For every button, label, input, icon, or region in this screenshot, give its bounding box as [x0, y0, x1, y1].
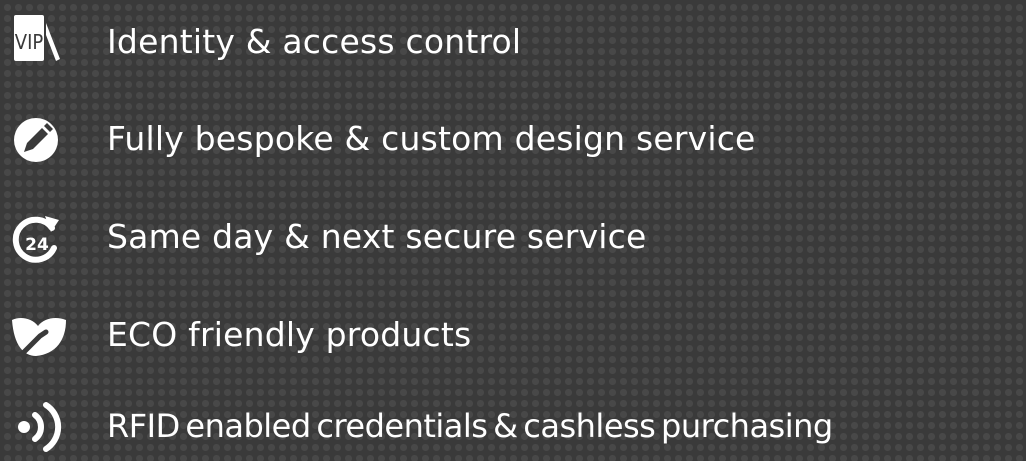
feature-label: Same day & next secure service [107, 217, 647, 256]
feature-item-same-day: 24 Same day & next secure service [0, 202, 1026, 272]
feature-label: RFID enabled credentials & cashless purc… [107, 407, 833, 445]
feature-item-design-service: Fully bespoke & custom design service [0, 104, 1026, 174]
pencil-icon [10, 110, 70, 166]
feature-item-identity-access: VIP Identity & access control [0, 7, 1026, 77]
rfid-signal-icon [10, 397, 70, 453]
feature-item-rfid: RFID enabled credentials & cashless purc… [0, 391, 1026, 461]
leaf-icon [10, 306, 70, 362]
feature-list: VIP Identity & access control Fully besp… [0, 0, 1026, 457]
clock-24-text: 24 [25, 235, 49, 255]
clock-24-icon: 24 [10, 208, 70, 264]
feature-label: Fully bespoke & custom design service [107, 119, 756, 158]
vip-pass-icon: VIP [10, 13, 70, 69]
feature-label: ECO friendly products [107, 315, 472, 354]
feature-label: Identity & access control [107, 22, 522, 61]
feature-item-eco: ECO friendly products [0, 300, 1026, 370]
vip-pass-text: VIP [15, 30, 44, 54]
